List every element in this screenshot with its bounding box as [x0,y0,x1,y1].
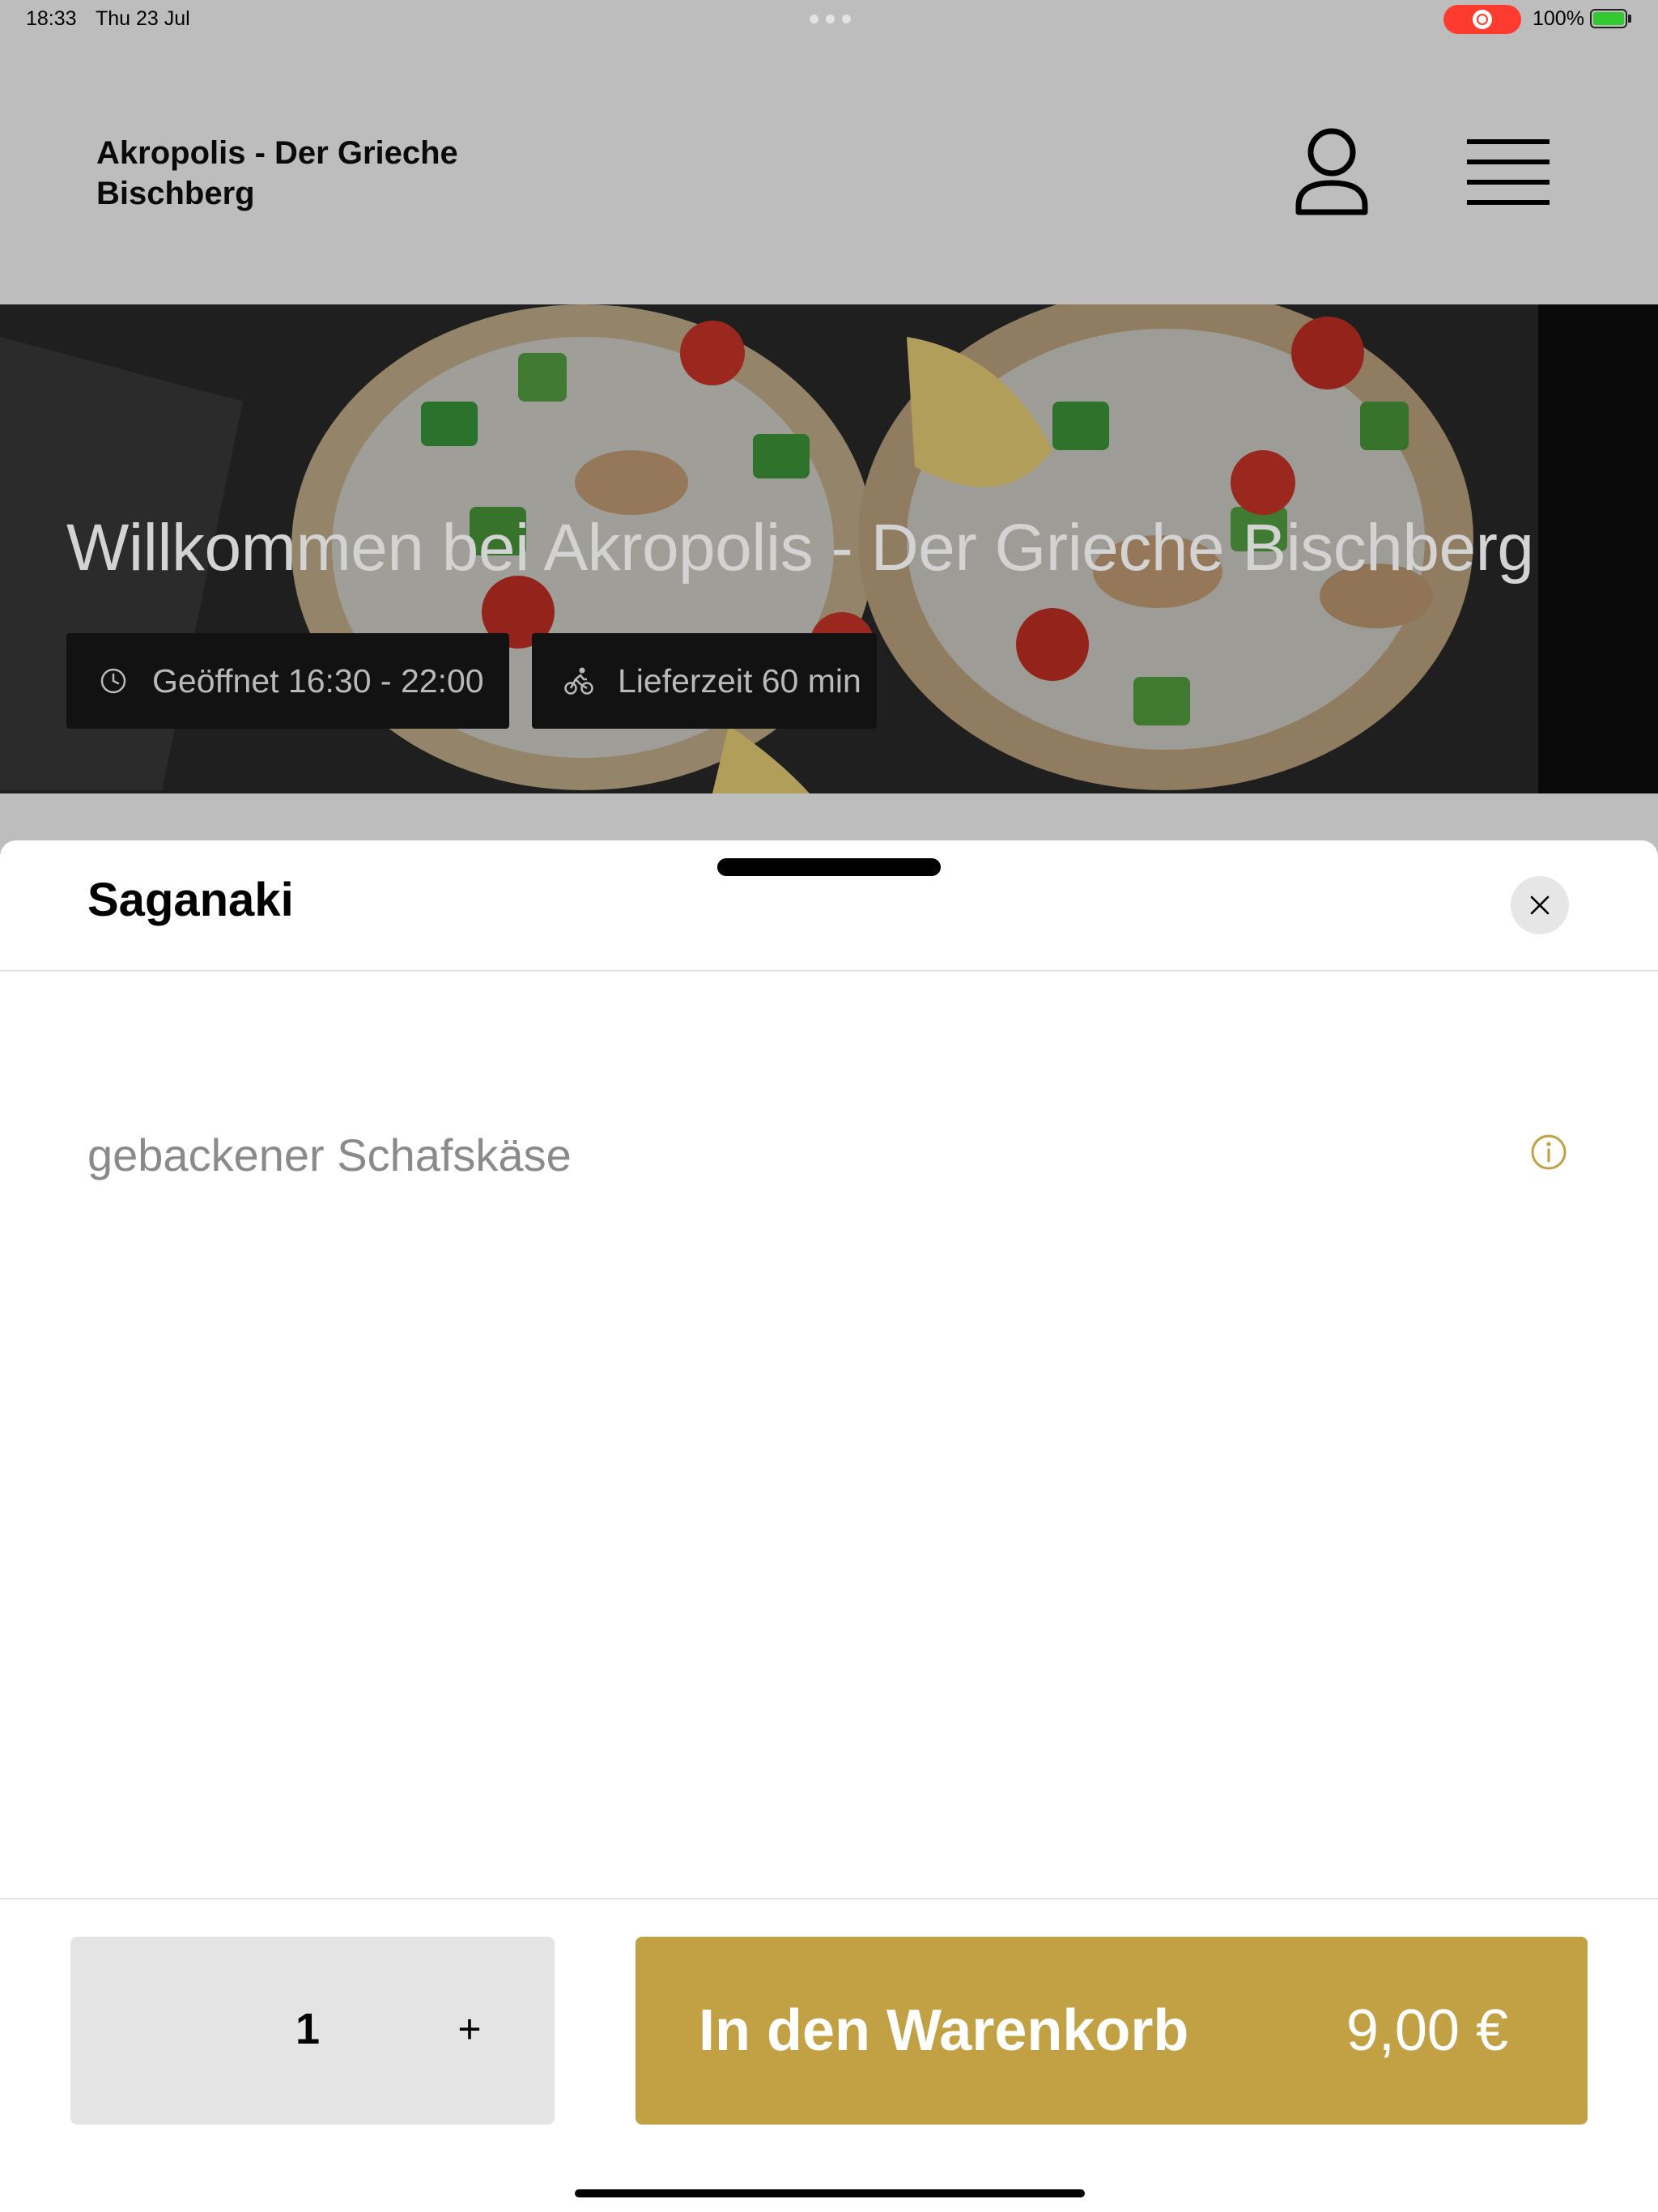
battery-percentage: 100% [1533,7,1584,30]
delivery-time-text: Lieferzeit 60 min [618,661,861,700]
site-header: Akropolis - Der Grieche Bischberg [0,39,1658,304]
battery-icon [1590,9,1627,28]
add-to-cart-button[interactable]: In den Warenkorb 9,00 € [636,1937,1588,2125]
delivery-time-badge: Lieferzeit 60 min [532,633,877,729]
quantity-increase-button[interactable]: + [447,1979,492,2079]
menu-icon[interactable] [1467,136,1550,207]
close-button[interactable] [1511,876,1569,934]
home-indicator[interactable] [575,2189,1085,2197]
footer-divider [0,1898,1658,1899]
status-time: 18:33 [26,7,77,30]
user-icon[interactable] [1294,128,1370,219]
status-bar: 18:33 Thu 23 Jul 100% [0,0,1658,39]
clock-icon [100,668,126,694]
status-date: Thu 23 Jul [96,7,190,30]
battery-cap [1628,15,1631,23]
sheet-header-divider [0,970,1658,972]
bicycle-icon [564,667,593,695]
opening-hours-text: Geöffnet 16:30 - 22:00 [152,661,484,700]
product-sheet: Saganaki gebackener Schafskäse 1 + In de… [0,840,1658,2212]
hero-title: Willkommen bei Akropolis - Der Grieche B… [66,511,1534,585]
hero-banner: Willkommen bei Akropolis - Der Grieche B… [0,304,1658,793]
info-icon[interactable] [1530,1134,1567,1171]
add-to-cart-label: In den Warenkorb [699,1998,1189,2063]
quantity-value: 1 [295,2005,321,2053]
site-title[interactable]: Akropolis - Der Grieche Bischberg [96,133,550,214]
opening-hours-badge: Geöffnet 16:30 - 22:00 [66,633,509,729]
screen-recording-icon[interactable] [1443,5,1521,34]
product-price: 9,00 € [1346,1998,1508,2063]
sheet-grabber[interactable] [717,858,941,876]
close-icon [1530,895,1550,915]
product-name: Saganaki [87,874,294,926]
multitasking-dots-icon[interactable] [810,15,851,23]
product-description: gebackener Schafskäse [87,1129,572,1180]
